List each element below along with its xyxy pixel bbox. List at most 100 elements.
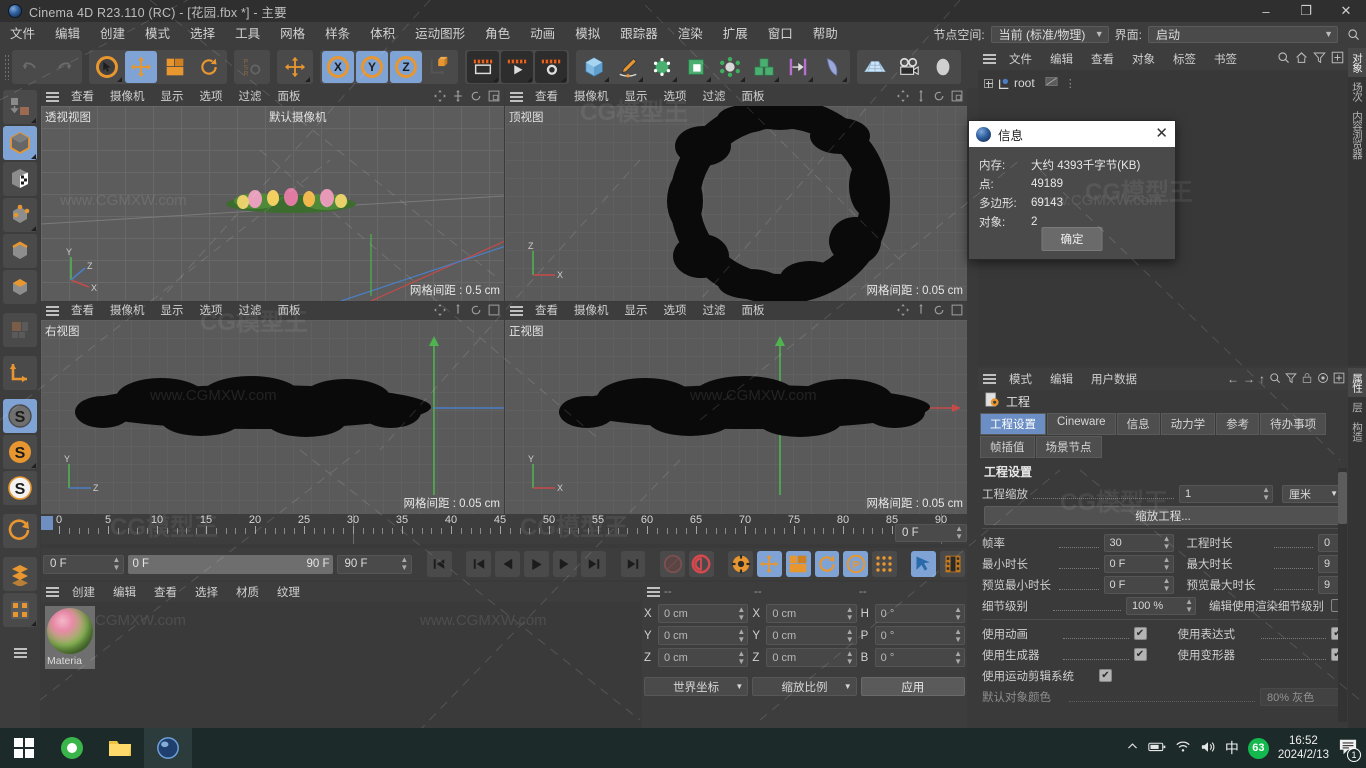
rotate-view-icon[interactable] [470,304,482,319]
right-tab-content-browser[interactable]: 内容浏览器 [1348,106,1366,164]
more-tools-icon[interactable] [3,636,37,670]
step-forward-button[interactable] [552,551,578,577]
world-coord-icon[interactable] [424,51,456,83]
toolbar-drag-handle[interactable] [4,51,12,83]
key-position-button[interactable] [757,551,782,577]
polygon-mode-icon[interactable] [3,270,37,304]
render-settings-icon[interactable] [535,51,567,83]
spinner-icon[interactable]: ▲ ▼ [955,525,963,541]
maximize-viewport-icon[interactable] [951,90,963,105]
zoom-icon[interactable] [915,89,927,105]
spinner-icon[interactable]: ▲ ▼ [737,649,745,666]
spinner-icon[interactable]: ▲ ▼ [737,627,745,644]
spinner-icon[interactable]: ▲ ▼ [954,627,962,644]
render-view-icon[interactable] [467,51,499,83]
spinner-icon[interactable]: ▲ ▼ [1163,555,1171,572]
spinner-icon[interactable]: ▲ ▼ [1163,576,1171,593]
viewport-menu-options[interactable]: 选项 [656,302,695,320]
quantize-icon[interactable]: S [3,471,37,505]
viewport-menu-filter[interactable]: 过滤 [231,302,270,320]
material-menu-material[interactable]: 材质 [227,584,268,600]
lock-y-icon[interactable]: Y [356,51,388,83]
menu-item-edit[interactable]: 编辑 [45,22,90,46]
menu-hamburger-icon[interactable] [642,582,664,602]
spinner-icon[interactable]: ▲ ▼ [737,605,745,622]
viewport-menu-view[interactable]: 查看 [63,88,102,106]
c4d-icon[interactable] [144,728,192,768]
right-tab-layers[interactable]: 层 [1348,397,1366,417]
viewport-menu-panel[interactable]: 面板 [734,302,773,320]
viewport-perspective[interactable]: 查看 摄像机 显示 选项 过滤 面板 Y Z X 透视视图 默认摄像机 网格间距… [41,88,504,301]
object-menu-file[interactable]: 文件 [1000,51,1041,67]
status-badge[interactable]: 63 [1247,737,1269,759]
menu-item-help[interactable]: 帮助 [803,22,848,46]
material-list[interactable]: Materia [41,602,641,728]
browser-icon[interactable] [48,728,96,768]
layout-icon[interactable] [3,557,37,591]
tab-frame-interpolation[interactable]: 帧插值 [980,436,1035,458]
start-icon[interactable] [0,728,48,768]
visibility-dots-icon[interactable]: ⋮ [1065,77,1077,90]
zoom-icon[interactable] [915,303,927,319]
spline-pen-icon[interactable] [612,51,644,83]
material-menu-edit[interactable]: 编辑 [104,584,145,600]
search-icon[interactable] [1269,372,1281,387]
menu-item-create[interactable]: 创建 [90,22,135,46]
coord-size-z-field[interactable]: 0 cm ▲ ▼ [766,648,857,667]
cube-primitive-icon[interactable] [578,51,610,83]
goto-end-button[interactable] [620,551,646,577]
current-frame-field[interactable]: 0 F ▲ ▼ [43,554,125,574]
play-button[interactable] [523,551,549,577]
notifications-icon[interactable]: 1 [1338,738,1361,762]
object-menu-view[interactable]: 查看 [1082,51,1123,67]
max-frame-field[interactable]: 90 F ▲ ▼ [337,554,413,574]
menu-item-render[interactable]: 渲染 [668,22,713,46]
spinner-icon[interactable]: ▲ ▼ [846,627,854,644]
project-scale-field[interactable]: 1 ▲ ▼ [1179,484,1273,503]
search-icon[interactable] [1277,51,1290,67]
maximize-viewport-icon[interactable] [951,304,963,319]
forward-icon[interactable]: → [1243,372,1255,386]
coord-rot-h-field[interactable]: 0 ° ▲ ▼ [874,604,965,623]
viewport-top[interactable]: 查看 摄像机 显示 选项 过滤 面板 Z X 顶视图 网格间距: 0.05 c… [505,88,967,301]
next-keyframe-button[interactable] [581,551,607,577]
coord-rot-p-field[interactable]: 0 ° ▲ ▼ [874,626,965,645]
viewport-menu-options[interactable]: 选项 [192,88,231,106]
viewport-front[interactable]: 查看 摄像机 显示 选项 过滤 面板 Y X 正视图 网格间距: 0.05 c… [505,302,967,514]
maximize-viewport-icon[interactable] [488,304,500,319]
make-editable-icon[interactable] [3,90,37,124]
camera-icon[interactable] [893,51,925,83]
tab-reference[interactable]: 参考 [1216,413,1260,435]
expand-icon[interactable] [984,78,993,88]
prev-keyframe-button[interactable] [466,551,492,577]
point-mode-icon[interactable] [3,198,37,232]
menu-hamburger-icon[interactable] [978,49,1000,69]
menu-hamburger-icon[interactable] [505,302,527,321]
min-duration-field[interactable]: 0 F ▲ ▼ [1103,554,1174,573]
material-menu-create[interactable]: 创建 [63,584,104,600]
frame-range-bar[interactable]: 0 F 90 F [128,554,334,574]
viewport-menu-panel[interactable]: 面板 [270,88,309,106]
framerate-field[interactable]: 30 ▲ ▼ [1103,533,1174,552]
psr-icon[interactable]: PSR [236,51,268,83]
rotate-view-icon[interactable] [933,304,945,319]
move-tool-icon[interactable] [125,51,157,83]
menu-item-select[interactable]: 选择 [180,22,225,46]
tab-dynamics[interactable]: 动力学 [1160,413,1216,435]
right-tab-attributes[interactable]: 属性 [1348,368,1366,397]
menu-item-mode[interactable]: 模式 [135,22,180,46]
home-icon[interactable] [1295,51,1308,67]
spinner-icon[interactable]: ▲ ▼ [1262,485,1270,502]
nurbs-icon[interactable] [646,51,678,83]
use-animation-checkbox[interactable]: ✔ [1133,627,1147,640]
layout-dropdown[interactable]: 启动 ▼ [1148,25,1338,43]
viewport-menu-display[interactable]: 显示 [153,88,192,106]
right-tab-takes[interactable]: 场次 [1348,77,1366,106]
object-menu-tags[interactable]: 标签 [1164,51,1205,67]
viewport-menu-panel[interactable]: 面板 [270,302,309,320]
right-tab-objects[interactable]: 对象 [1348,48,1366,77]
battery-icon[interactable] [1148,740,1166,756]
menu-hamburger-icon[interactable] [505,88,527,107]
object-tree-row-root[interactable]: root ⋮ [978,74,1348,92]
coord-system-dropdown[interactable]: 世界坐标 ▼ [644,677,749,696]
